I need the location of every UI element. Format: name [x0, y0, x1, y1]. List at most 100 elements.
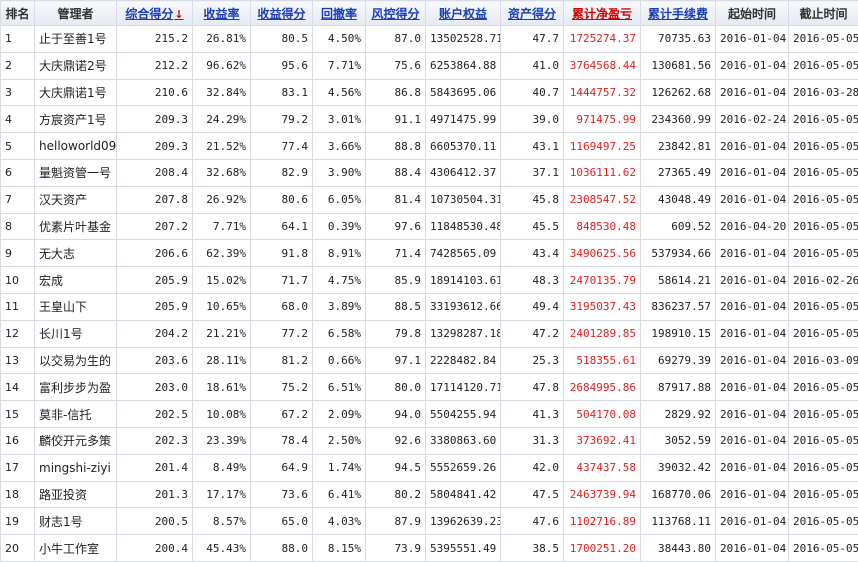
- header-cum-fee[interactable]: 累计手续费: [641, 1, 716, 26]
- return-rate-cell: 10.65%: [193, 293, 251, 320]
- header-end-date: 截止时间: [789, 1, 858, 26]
- return-score-cell: 67.2: [251, 401, 313, 428]
- drawdown-cell: 0.66%: [313, 347, 366, 374]
- manager-cell: 大庆鼎诺1号: [35, 79, 117, 106]
- table-row: 4方宸资产1号209.324.29%79.23.01%91.14971475.9…: [1, 106, 858, 133]
- rank-cell: 3: [1, 79, 35, 106]
- drawdown-cell: 0.39%: [313, 213, 366, 240]
- return-score-cell: 78.4: [251, 427, 313, 454]
- end-date-cell: 2016-05-05: [789, 186, 858, 213]
- header-return-score[interactable]: 收益得分: [251, 1, 313, 26]
- cum-fee-cell: 87917.88: [641, 374, 716, 401]
- drawdown-cell: 3.89%: [313, 293, 366, 320]
- manager-cell: 方宸资产1号: [35, 106, 117, 133]
- return-score-cell: 73.6: [251, 481, 313, 508]
- end-date-cell: 2016-05-05: [789, 52, 858, 79]
- start-date-cell: 2016-01-04: [716, 52, 789, 79]
- manager-cell: 小牛工作室: [35, 535, 117, 562]
- return-rate-cell: 10.08%: [193, 401, 251, 428]
- asset-score-cell: 31.3: [501, 427, 564, 454]
- composite-score-cell: 201.4: [117, 454, 193, 481]
- header-composite-score[interactable]: 综合得分↓: [117, 1, 193, 26]
- cum-profit-cell: 373692.41: [564, 427, 641, 454]
- manager-cell: 长川1号: [35, 320, 117, 347]
- return-rate-cell: 45.43%: [193, 535, 251, 562]
- header-cum-profit[interactable]: 累计净盈亏: [564, 1, 641, 26]
- header-drawdown[interactable]: 回撤率: [313, 1, 366, 26]
- risk-score-cell: 75.6: [366, 52, 426, 79]
- cum-profit-cell: 518355.61: [564, 347, 641, 374]
- header-asset-score[interactable]: 资产得分: [501, 1, 564, 26]
- drawdown-cell: 4.50%: [313, 26, 366, 53]
- asset-score-cell: 40.7: [501, 79, 564, 106]
- table-row: 18路亚投资201.317.17%73.66.41%80.25804841.42…: [1, 481, 858, 508]
- manager-cell: 王皇山下: [35, 293, 117, 320]
- table-row: 2大庆鼎诺2号212.296.62%95.67.71%75.66253864.8…: [1, 52, 858, 79]
- return-rate-cell: 8.49%: [193, 454, 251, 481]
- risk-score-cell: 85.9: [366, 267, 426, 294]
- cum-profit-cell: 3490625.56: [564, 240, 641, 267]
- composite-score-cell: 203.0: [117, 374, 193, 401]
- header-return-rate[interactable]: 收益率: [193, 1, 251, 26]
- cum-fee-cell: 69279.39: [641, 347, 716, 374]
- end-date-cell: 2016-05-05: [789, 535, 858, 562]
- drawdown-cell: 3.01%: [313, 106, 366, 133]
- return-score-cell: 80.6: [251, 186, 313, 213]
- end-date-cell: 2016-02-26: [789, 267, 858, 294]
- manager-cell: mingshi-ziyi: [35, 454, 117, 481]
- equity-cell: 10730504.31: [426, 186, 501, 213]
- start-date-cell: 2016-01-04: [716, 374, 789, 401]
- rank-cell: 9: [1, 240, 35, 267]
- cum-fee-cell: 3052.59: [641, 427, 716, 454]
- composite-score-cell: 201.3: [117, 481, 193, 508]
- end-date-cell: 2016-05-05: [789, 454, 858, 481]
- asset-score-cell: 42.0: [501, 454, 564, 481]
- risk-score-cell: 86.8: [366, 79, 426, 106]
- cum-fee-cell: 836237.57: [641, 293, 716, 320]
- composite-score-cell: 207.8: [117, 186, 193, 213]
- manager-cell: 无大志: [35, 240, 117, 267]
- equity-cell: 3380863.60: [426, 427, 501, 454]
- composite-score-cell: 215.2: [117, 26, 193, 53]
- rank-cell: 19: [1, 508, 35, 535]
- return-score-cell: 81.2: [251, 347, 313, 374]
- drawdown-cell: 8.15%: [313, 535, 366, 562]
- cum-fee-cell: 2829.92: [641, 401, 716, 428]
- table-row: 8优素片叶基金207.27.71%64.10.39%97.611848530.4…: [1, 213, 858, 240]
- risk-score-cell: 88.5: [366, 293, 426, 320]
- cum-fee-cell: 38443.80: [641, 535, 716, 562]
- equity-cell: 17114120.71: [426, 374, 501, 401]
- risk-score-cell: 71.4: [366, 240, 426, 267]
- risk-score-cell: 80.0: [366, 374, 426, 401]
- return-rate-cell: 21.21%: [193, 320, 251, 347]
- start-date-cell: 2016-01-04: [716, 508, 789, 535]
- equity-cell: 13962639.23: [426, 508, 501, 535]
- header-equity[interactable]: 账户权益: [426, 1, 501, 26]
- equity-cell: 5504255.94: [426, 401, 501, 428]
- rank-cell: 20: [1, 535, 35, 562]
- cum-profit-cell: 1700251.20: [564, 535, 641, 562]
- manager-cell: 富利步步为盈: [35, 374, 117, 401]
- manager-cell: 路亚投资: [35, 481, 117, 508]
- return-score-cell: 88.0: [251, 535, 313, 562]
- drawdown-cell: 6.58%: [313, 320, 366, 347]
- cum-fee-cell: 234360.99: [641, 106, 716, 133]
- equity-cell: 13298287.18: [426, 320, 501, 347]
- cum-fee-cell: 27365.49: [641, 159, 716, 186]
- cum-fee-cell: 126262.68: [641, 79, 716, 106]
- cum-profit-cell: 1725274.37: [564, 26, 641, 53]
- start-date-cell: 2016-01-04: [716, 454, 789, 481]
- drawdown-cell: 6.51%: [313, 374, 366, 401]
- rank-cell: 13: [1, 347, 35, 374]
- equity-cell: 2228482.84: [426, 347, 501, 374]
- return-score-cell: 91.8: [251, 240, 313, 267]
- asset-score-cell: 47.5: [501, 481, 564, 508]
- risk-score-cell: 97.1: [366, 347, 426, 374]
- start-date-cell: 2016-01-04: [716, 159, 789, 186]
- asset-score-cell: 41.3: [501, 401, 564, 428]
- manager-cell: 麟佼开元多策: [35, 427, 117, 454]
- table-row: 9无大志206.662.39%91.88.91%71.47428565.0943…: [1, 240, 858, 267]
- asset-score-cell: 43.1: [501, 133, 564, 160]
- cum-profit-cell: 2470135.79: [564, 267, 641, 294]
- header-risk-score[interactable]: 风控得分: [366, 1, 426, 26]
